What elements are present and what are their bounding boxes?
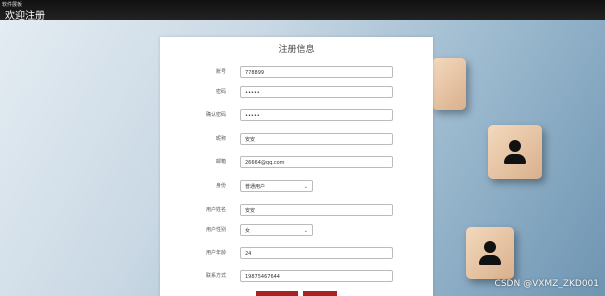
user-name-label: 用户姓名 — [205, 207, 226, 213]
person-cube-image — [488, 125, 542, 179]
form-row-age: 用户年龄 24 — [160, 246, 433, 260]
form-row-email: 邮箱 26664@qq.com — [160, 155, 433, 169]
watermark: CSDN @VXMZ_ZKD001 — [494, 279, 599, 289]
form-row-nickname: 昵称 安安 — [160, 132, 433, 146]
confirm-password-input[interactable]: ••••• — [240, 109, 393, 121]
nickname-label: 昵称 — [215, 136, 226, 142]
gender-label: 用户性别 — [205, 227, 226, 233]
account-label: 账号 — [215, 69, 226, 75]
password-label: 密码 — [215, 89, 226, 95]
confirm-password-label: 确认密码 — [205, 112, 226, 118]
form-row-phone: 联系方式 19875467644 — [160, 269, 433, 283]
role-select[interactable]: 普通用户 ⌄ — [240, 180, 313, 192]
email-label: 邮箱 — [215, 159, 226, 165]
form-row-user-name: 用户姓名 安安 — [160, 203, 433, 217]
form-row-gender: 用户性别 女 ⌄ — [160, 223, 433, 237]
account-input[interactable]: 778899 — [240, 66, 393, 78]
role-select-value: 普通用户 — [245, 184, 266, 190]
chevron-down-icon: ⌄ — [303, 228, 308, 234]
form-row-password: 密码 ••••• — [160, 85, 433, 99]
gender-select[interactable]: 女 ⌄ — [240, 224, 313, 236]
submit-button[interactable] — [256, 291, 298, 296]
person-cube-image — [432, 58, 466, 110]
role-label: 身份 — [215, 183, 226, 189]
form-row-confirm-password: 确认密码 ••••• — [160, 108, 433, 122]
chevron-down-icon: ⌄ — [303, 184, 308, 190]
registration-form: 注册信息 账号 778899 密码 ••••• 确认密码 ••••• 昵称 安安… — [160, 37, 433, 296]
phone-label: 联系方式 — [205, 273, 226, 279]
gender-select-value: 女 — [245, 228, 251, 234]
person-icon — [504, 140, 526, 164]
person-cube-image — [466, 227, 514, 279]
age-label: 用户年龄 — [205, 250, 226, 256]
person-icon — [479, 241, 501, 265]
age-input[interactable]: 24 — [240, 247, 393, 259]
phone-input[interactable]: 19875467644 — [240, 270, 393, 282]
password-input[interactable]: ••••• — [240, 86, 393, 98]
form-row-account: 账号 778899 — [160, 65, 433, 79]
nickname-input[interactable]: 安安 — [240, 133, 393, 145]
reset-button[interactable] — [303, 291, 337, 296]
email-input[interactable]: 26664@qq.com — [240, 156, 393, 168]
form-row-role: 身份 普通用户 ⌄ — [160, 179, 433, 193]
user-name-input[interactable]: 安安 — [240, 204, 393, 216]
window-titlebar: 软件展板 欢迎注册 — [0, 0, 605, 22]
form-title: 注册信息 — [278, 45, 315, 55]
